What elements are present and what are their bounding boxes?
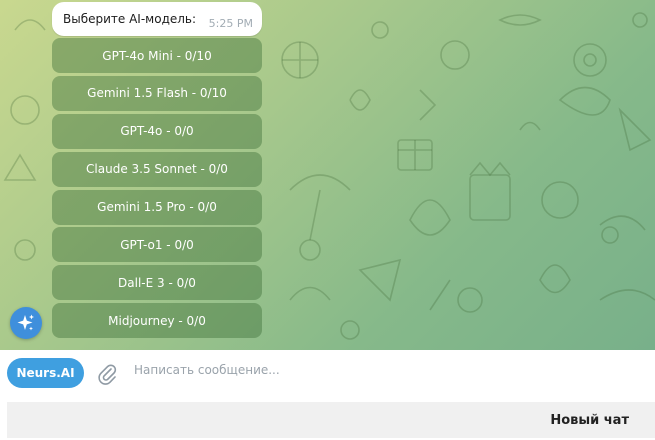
model-button-gemini-1-5-pro[interactable]: Gemini 1.5 Pro - 0/0	[52, 189, 262, 225]
inline-keyboard: GPT-4o Mini - 0/10 Gemini 1.5 Flash - 0/…	[52, 38, 262, 341]
model-button-gpt-4o[interactable]: GPT-4o - 0/0	[52, 113, 262, 149]
model-button-gpt-4o-mini[interactable]: GPT-4o Mini - 0/10	[52, 38, 262, 73]
model-button-dall-e-3[interactable]: Dall-E 3 - 0/0	[52, 265, 262, 301]
ai-assistant-button[interactable]	[10, 307, 42, 339]
message-text: Выберите AI-модель:	[63, 12, 197, 26]
chat-area: Выберите AI-модель: 5:25 PM GPT-4o Mini …	[0, 0, 655, 350]
message-time: 5:25 PM	[208, 17, 253, 30]
paperclip-icon[interactable]	[96, 362, 118, 386]
new-chat-button[interactable]: Новый чат	[7, 402, 655, 438]
message-composer: Neurs.AI Написать сообщение...	[0, 350, 655, 398]
bot-menu-button[interactable]: Neurs.AI	[7, 358, 84, 388]
model-button-gpt-o1[interactable]: GPT-o1 - 0/0	[52, 227, 262, 263]
bot-message-bubble: Выберите AI-модель: 5:25 PM	[52, 2, 262, 36]
reply-keyboard: Новый чат	[0, 398, 655, 440]
sparkle-icon	[17, 314, 34, 331]
message-input[interactable]: Написать сообщение...	[134, 363, 634, 383]
model-button-gemini-1-5-flash[interactable]: Gemini 1.5 Flash - 0/10	[52, 75, 262, 111]
model-button-midjourney[interactable]: Midjourney - 0/0	[52, 303, 262, 339]
model-button-claude-3-5-sonnet[interactable]: Claude 3.5 Sonnet - 0/0	[52, 151, 262, 187]
